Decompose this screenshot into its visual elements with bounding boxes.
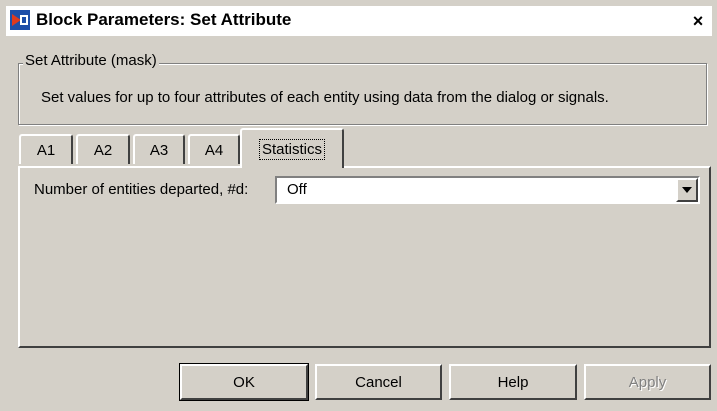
title-bar[interactable]: Block Parameters: Set Attribute ×: [6, 6, 712, 36]
help-label: Help: [497, 373, 529, 391]
tab-a2[interactable]: A2: [76, 134, 130, 164]
cancel-button[interactable]: Cancel: [315, 364, 442, 400]
apply-label: Apply: [628, 373, 667, 391]
tab-a4[interactable]: A4: [188, 134, 240, 164]
help-button[interactable]: Help: [449, 364, 577, 400]
simulink-block-icon: [9, 9, 31, 31]
close-icon[interactable]: ×: [688, 11, 708, 31]
tab-a1[interactable]: A1: [19, 134, 73, 164]
tab-label: A2: [93, 141, 113, 159]
cancel-label: Cancel: [355, 373, 402, 391]
entities-departed-label: Number of entities departed, #d:: [34, 181, 249, 198]
mask-description: Set values for up to four attributes of …: [41, 89, 609, 106]
apply-button[interactable]: Apply: [584, 364, 711, 400]
entities-departed-select[interactable]: Off: [275, 176, 700, 204]
ok-button[interactable]: OK: [179, 363, 309, 401]
dialog-window: Block Parameters: Set Attribute × Set At…: [0, 0, 717, 411]
tab-label: A4: [204, 141, 224, 159]
tab-label: A3: [149, 141, 169, 159]
tab-label: Statistics: [258, 138, 326, 160]
chevron-down-icon[interactable]: [676, 178, 698, 202]
select-value: Off: [287, 181, 307, 198]
ok-label: OK: [233, 373, 255, 391]
tab-a3[interactable]: A3: [133, 134, 185, 164]
mask-legend: Set Attribute (mask): [23, 52, 159, 69]
tab-statistics[interactable]: Statistics: [240, 128, 344, 168]
window-title: Block Parameters: Set Attribute: [36, 10, 292, 29]
tab-label: A1: [36, 141, 56, 159]
